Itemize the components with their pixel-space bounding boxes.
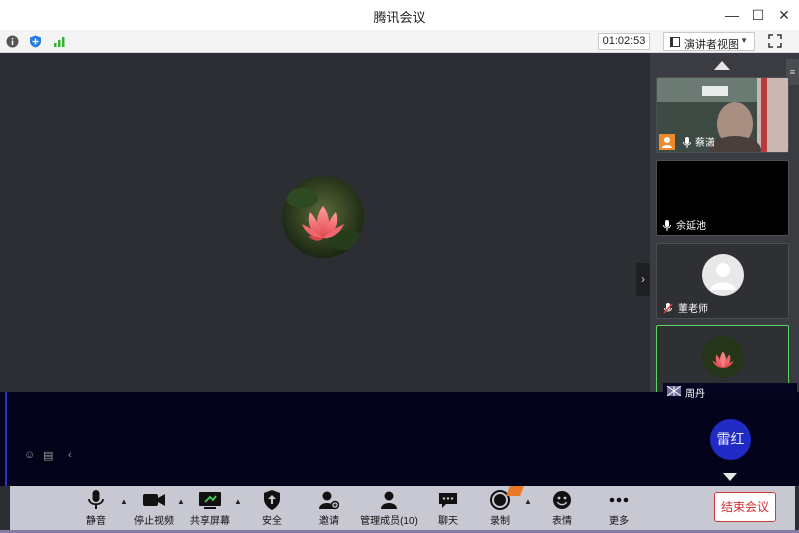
shield-icon[interactable] xyxy=(29,35,42,48)
mute-button[interactable]: 静音 xyxy=(82,488,110,528)
invite-button[interactable]: 邀请 xyxy=(315,488,343,528)
default-avatar-icon xyxy=(702,254,744,296)
members-icon xyxy=(381,491,397,509)
record-label: 录制 xyxy=(490,516,510,527)
chat-label: 聊天 xyxy=(438,516,458,527)
signal-icon[interactable] xyxy=(53,35,66,48)
scroll-up-arrow-icon[interactable] xyxy=(714,61,730,70)
minimize-button[interactable]: — xyxy=(722,5,742,25)
chevron-left-icon[interactable]: ‹ xyxy=(68,449,72,461)
microphone-icon xyxy=(88,490,104,509)
share-screen-icon xyxy=(199,492,221,509)
overlay-edge xyxy=(5,392,7,486)
participant-tile[interactable]: 余延池 xyxy=(656,160,789,236)
manage-members-button[interactable]: 管理成员(10) xyxy=(358,488,420,528)
lotus-avatar-image xyxy=(282,176,364,258)
chat-icon xyxy=(439,493,457,508)
more-dots-icon xyxy=(609,497,629,503)
mic-icon xyxy=(663,220,671,231)
participant-name: 蔡潇 xyxy=(695,138,715,149)
more-label: 更多 xyxy=(609,516,629,527)
participant-name: 董老师 xyxy=(678,304,708,315)
chevron-down-icon: ▼ xyxy=(740,36,748,45)
host-icon xyxy=(659,134,675,150)
smiley-icon xyxy=(553,491,571,509)
participant-tile[interactable]: 蔡潇 xyxy=(656,77,789,153)
info-icon[interactable] xyxy=(6,35,19,48)
pattern-icon xyxy=(667,386,681,396)
view-mode-label: 演讲者视图 xyxy=(684,39,739,51)
participant-name: 周丹 xyxy=(685,389,705,400)
share-options-caret-icon[interactable]: ▲ xyxy=(234,497,242,506)
manage-members-label: 管理成员(10) xyxy=(360,516,418,527)
mute-label: 静音 xyxy=(86,516,106,527)
info-bar: 01:02:53 演讲者视图 ▼ xyxy=(0,30,799,53)
window-title: 腾讯会议 xyxy=(373,10,426,25)
fullscreen-icon[interactable] xyxy=(768,34,782,48)
share-screen-button[interactable]: 共享屏幕 xyxy=(188,488,232,528)
security-shield-icon xyxy=(264,490,280,510)
record-options-caret-icon[interactable]: ▲ xyxy=(524,497,532,506)
reactions-button[interactable]: 表情 xyxy=(548,488,576,528)
participant-tile[interactable]: 董老师 xyxy=(656,243,789,319)
security-button[interactable]: 安全 xyxy=(258,488,286,528)
participant-video-frame xyxy=(657,78,788,152)
reactions-label: 表情 xyxy=(552,516,572,527)
meeting-timer: 01:02:53 xyxy=(598,33,650,50)
video-options-caret-icon[interactable]: ▲ xyxy=(177,497,185,506)
scroll-down-arrow-icon[interactable] xyxy=(723,473,737,481)
camera-icon xyxy=(143,494,165,506)
view-mode-dropdown[interactable]: 演讲者视图 ▼ xyxy=(663,32,755,51)
mic-muted-icon xyxy=(663,303,673,314)
mic-icon xyxy=(683,137,691,148)
end-meeting-button[interactable]: 结束会议 xyxy=(714,492,776,522)
security-label: 安全 xyxy=(262,516,282,527)
invite-person-icon xyxy=(319,491,339,510)
participant-label-bar: 周丹 xyxy=(663,383,797,400)
chat-button[interactable]: 聊天 xyxy=(434,488,462,528)
stop-video-button[interactable]: 停止视频 xyxy=(131,488,177,528)
active-speaker-avatar xyxy=(282,176,364,258)
mute-options-caret-icon[interactable]: ▲ xyxy=(120,497,128,506)
shared-content-overlay: ☺ ▤ ‹ xyxy=(0,392,799,486)
participant-name: 余延池 xyxy=(676,221,706,232)
title-bar: 腾讯会议 — ☐ ✕ xyxy=(0,0,799,30)
maximize-button[interactable]: ☐ xyxy=(748,5,768,25)
close-button[interactable]: ✕ xyxy=(774,5,794,25)
invite-label: 邀请 xyxy=(319,516,339,527)
more-button[interactable]: 更多 xyxy=(605,488,633,528)
emoji-icon[interactable]: ☺ xyxy=(24,449,35,461)
meeting-window: 腾讯会议 — ☐ ✕ 01:02:53 演讲者视图 ▼ › ≡ 蔡潇 余延池 董… xyxy=(0,0,799,533)
stop-video-label: 停止视频 xyxy=(134,516,174,527)
chat-bubble-icon[interactable]: ▤ xyxy=(43,449,53,462)
share-screen-label: 共享屏幕 xyxy=(190,516,230,527)
lotus-avatar-image xyxy=(702,336,744,378)
participant-avatar-leihong[interactable]: 雷红 xyxy=(710,419,751,460)
speaker-view-icon xyxy=(670,37,680,47)
collapse-panel-button[interactable]: › xyxy=(636,263,650,296)
